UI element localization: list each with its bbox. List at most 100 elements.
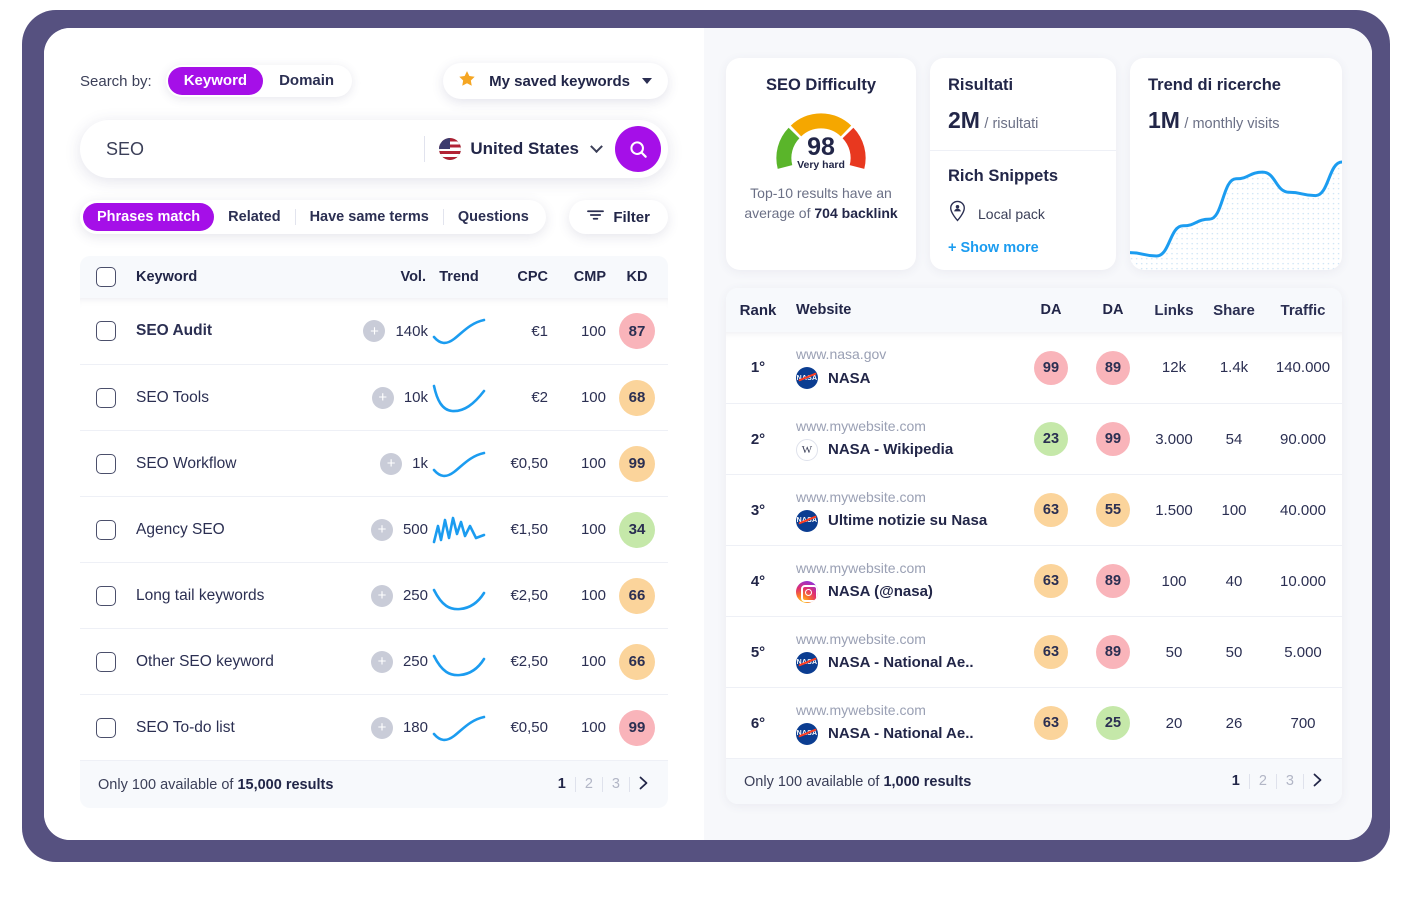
filter-button[interactable]: Filter bbox=[569, 200, 668, 234]
table-row[interactable]: SEO Workflow +1k €0,50 100 99 bbox=[80, 430, 668, 496]
page-1[interactable]: 1 bbox=[1223, 774, 1250, 789]
star-icon bbox=[457, 69, 477, 94]
search-by-domain[interactable]: Domain bbox=[263, 67, 350, 95]
tabs-row: Phrases match Related Have same terms Qu… bbox=[80, 200, 668, 234]
saved-keywords-label: My saved keywords bbox=[489, 72, 630, 90]
site-url: www.nasa.gov bbox=[796, 346, 887, 362]
seo-difficulty-card: SEO Difficulty 98 Very hard Top-10 resul… bbox=[726, 58, 916, 270]
chevron-right-icon[interactable] bbox=[630, 776, 650, 794]
links-value: 3.000 bbox=[1155, 430, 1193, 448]
col-cpc: CPC bbox=[517, 269, 548, 285]
country-selector[interactable]: United States bbox=[439, 138, 603, 160]
keyword-table-header: Keyword Vol. Trend CPC CMP KD bbox=[80, 256, 668, 298]
kd-badge: 34 bbox=[619, 511, 655, 548]
table-row[interactable]: SEO To-do list +180 €0,50 100 99 bbox=[80, 694, 668, 760]
search-button[interactable] bbox=[615, 126, 661, 172]
keyword-volume: 250 bbox=[402, 587, 428, 604]
saved-keywords-button[interactable]: My saved keywords bbox=[443, 63, 668, 99]
search-icon bbox=[629, 140, 647, 158]
screenshot-frame: Search by: Keyword Domain My saved keywo… bbox=[0, 0, 1414, 900]
trend-value: 1M bbox=[1148, 107, 1180, 133]
keyword-cpc: €2 bbox=[531, 389, 548, 406]
trend-sparkline bbox=[428, 446, 490, 482]
table-row[interactable]: SEO Tools +10k €2 100 68 bbox=[80, 364, 668, 430]
row-checkbox[interactable] bbox=[96, 717, 116, 738]
traffic-value: 700 bbox=[1290, 714, 1316, 732]
add-keyword-button[interactable]: + bbox=[370, 518, 393, 541]
page-1[interactable]: 1 bbox=[549, 777, 576, 792]
page-3[interactable]: 3 bbox=[1277, 774, 1304, 789]
results-value: 2M bbox=[948, 107, 980, 133]
row-checkbox[interactable] bbox=[96, 651, 116, 672]
table-row[interactable]: 2° www.mywebsite.com W NASA - Wikipedia 23 99… bbox=[726, 403, 1342, 474]
search-by-keyword[interactable]: Keyword bbox=[167, 67, 264, 95]
da-badge-2: 99 bbox=[1096, 422, 1130, 456]
site-url: www.mywebsite.com bbox=[796, 559, 926, 576]
wikipedia-icon: W bbox=[796, 438, 818, 461]
table-row[interactable]: Agency SEO +500 €1,50 100 34 bbox=[80, 496, 668, 562]
share-value: 54 bbox=[1225, 430, 1243, 448]
col-website: Website bbox=[796, 302, 852, 318]
tab-phrases-match[interactable]: Phrases match bbox=[83, 203, 215, 231]
add-keyword-button[interactable]: + bbox=[370, 584, 393, 607]
nasa-icon: NASA bbox=[796, 651, 818, 674]
share-value: 1.4k bbox=[1219, 359, 1249, 376]
select-all-checkbox[interactable] bbox=[96, 267, 116, 287]
kd-badge: 68 bbox=[619, 379, 655, 416]
row-checkbox[interactable] bbox=[96, 585, 116, 606]
add-keyword-button[interactable]: + bbox=[371, 386, 394, 409]
search-by-toggle[interactable]: Keyword Domain bbox=[165, 65, 353, 97]
table-row[interactable]: 1° www.nasa.gov NASA NASA 99 89 12k 1.4k 140.000 bbox=[726, 332, 1342, 403]
search-input[interactable] bbox=[106, 138, 417, 160]
rich-snippets-title: Rich Snippets bbox=[948, 167, 1059, 185]
tab-have-same-terms[interactable]: Have same terms bbox=[296, 203, 443, 231]
keyword-name: SEO Workflow bbox=[136, 454, 237, 472]
traffic-value: 140.000 bbox=[1275, 359, 1331, 376]
da-badge-1: 63 bbox=[1034, 635, 1068, 669]
traffic-value: 10.000 bbox=[1280, 572, 1326, 590]
site-title: NASA (@nasa) bbox=[828, 583, 933, 600]
table-row[interactable]: 3° www.mywebsite.com NASA Ultime notizie su… bbox=[726, 474, 1342, 545]
chevron-right-icon[interactable] bbox=[1304, 773, 1324, 791]
trend-value-row: 1M / monthly visits bbox=[1148, 107, 1324, 134]
table-row[interactable]: SEO Audit +140k €1 100 87 bbox=[80, 298, 668, 364]
page-2[interactable]: 2 bbox=[1250, 774, 1277, 789]
keyword-cpc: €0,50 bbox=[510, 455, 548, 472]
table-row[interactable]: 5° www.mywebsite.com NASA NASA - National A… bbox=[726, 616, 1342, 687]
share-value: 26 bbox=[1225, 714, 1243, 732]
table-row[interactable]: 6° www.mywebsite.com NASA NASA - National A… bbox=[726, 687, 1342, 758]
row-checkbox[interactable] bbox=[96, 387, 116, 408]
table-row[interactable]: Other SEO keyword +250 €2,50 100 66 bbox=[80, 628, 668, 694]
show-more-link[interactable]: + Show more bbox=[948, 240, 1098, 256]
search-by-row: Search by: Keyword Domain My saved keywo… bbox=[44, 63, 704, 99]
col-trend: Trend bbox=[439, 269, 479, 285]
row-checkbox[interactable] bbox=[96, 321, 116, 341]
keyword-cmp: 100 bbox=[580, 521, 606, 538]
add-keyword-button[interactable]: + bbox=[380, 452, 403, 475]
snippet-local-pack[interactable]: Local pack bbox=[948, 200, 1098, 227]
da-badge-2: 55 bbox=[1096, 493, 1130, 527]
row-checkbox[interactable] bbox=[96, 519, 116, 540]
add-keyword-button[interactable]: + bbox=[370, 650, 393, 673]
keyword-cpc: €1,50 bbox=[510, 521, 548, 538]
tab-questions[interactable]: Questions bbox=[444, 203, 543, 231]
rank-position: 5° bbox=[750, 643, 766, 661]
filter-label: Filter bbox=[613, 208, 650, 226]
keyword-volume: 180 bbox=[402, 719, 428, 736]
search-divider bbox=[424, 136, 426, 162]
page-3[interactable]: 3 bbox=[603, 777, 630, 792]
table-row[interactable]: 4° www.mywebsite.com NASA (@nasa) 63 89 100 40… bbox=[726, 545, 1342, 616]
seo-difficulty-score: 98 bbox=[807, 133, 835, 161]
site-title: NASA bbox=[828, 369, 871, 387]
site-title: Ultime notizie su Nasa bbox=[828, 512, 988, 529]
site-url: www.mywebsite.com bbox=[796, 630, 926, 647]
rank-results-count: Only 100 available of 1,000 results bbox=[744, 773, 972, 790]
add-keyword-button[interactable]: + bbox=[363, 320, 386, 342]
table-row[interactable]: Long tail keywords +250 €2,50 100 66 bbox=[80, 562, 668, 628]
row-checkbox[interactable] bbox=[96, 453, 116, 474]
keyword-cpc: €1 bbox=[531, 322, 548, 340]
page-2[interactable]: 2 bbox=[576, 777, 603, 792]
links-value: 1.500 bbox=[1155, 501, 1193, 519]
tab-related[interactable]: Related bbox=[214, 203, 294, 231]
add-keyword-button[interactable]: + bbox=[370, 716, 393, 739]
